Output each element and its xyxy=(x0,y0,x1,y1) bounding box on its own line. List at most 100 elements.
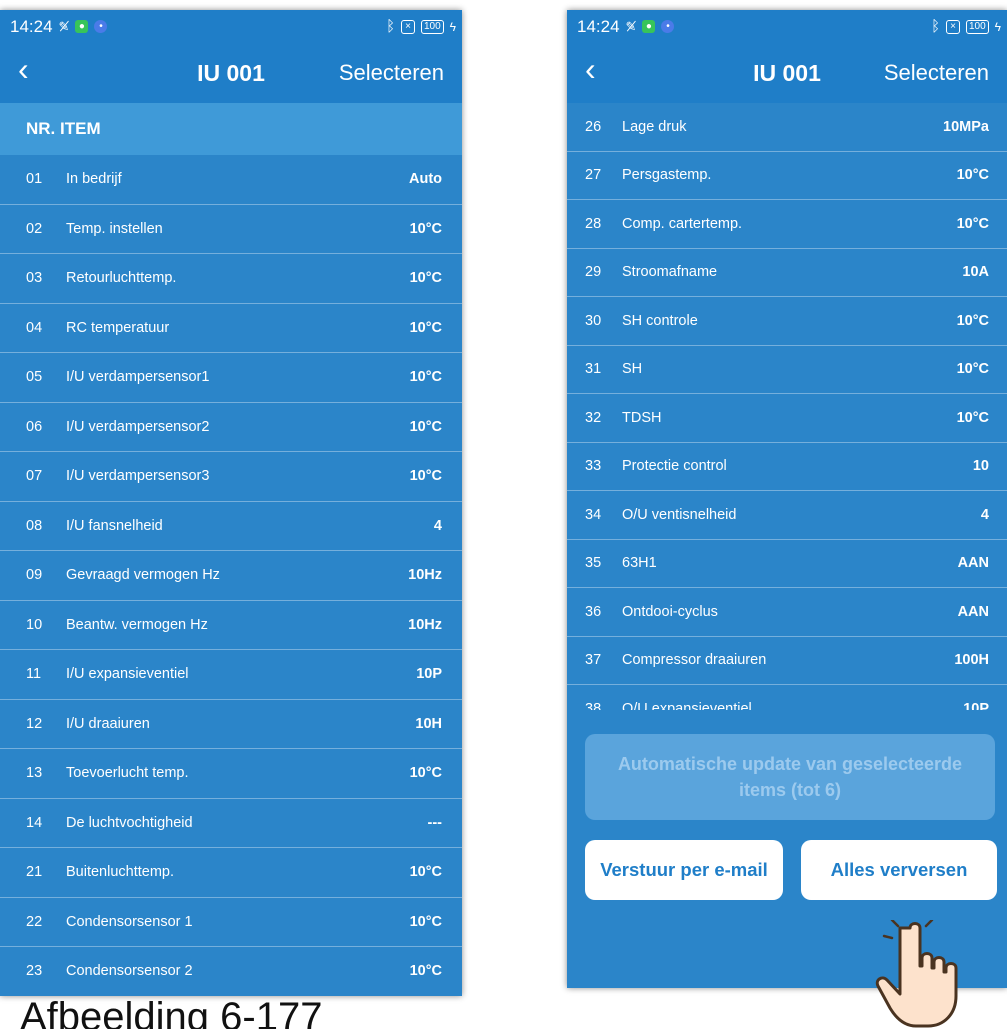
item-label: 63H1 xyxy=(622,555,657,572)
list-item[interactable]: 34 O/U ventisnelheid 4 xyxy=(567,491,1007,540)
list-item[interactable]: 05 I/U verdampersensor1 10°C xyxy=(0,353,462,403)
item-value: 10°C xyxy=(409,468,442,485)
item-label: Compressor draaiuren xyxy=(622,652,767,669)
pointing-hand-icon xyxy=(875,920,958,1028)
list-item[interactable]: 03 Retourluchttemp. 10°C xyxy=(0,254,462,304)
item-number: 26 xyxy=(585,118,602,135)
shield-icon: • xyxy=(94,20,108,33)
list-item[interactable]: 33 Protectie control 10 xyxy=(567,443,1007,491)
item-number: 32 xyxy=(585,409,602,426)
item-label: I/U expansieventiel xyxy=(66,666,189,683)
charging-icon: ϟ xyxy=(994,19,1001,34)
item-number: 10 xyxy=(26,616,43,633)
battery-icon: 100 xyxy=(965,19,989,34)
item-number: 23 xyxy=(26,963,43,980)
item-value: AAN xyxy=(957,603,989,620)
item-value: Auto xyxy=(408,171,442,188)
list-item[interactable]: 27 Persgastemp. 10°C xyxy=(567,152,1007,200)
item-number: 30 xyxy=(585,312,602,329)
list-item[interactable]: 02 Temp. instellen 10°C xyxy=(0,205,462,254)
app-notification-icon: ● xyxy=(642,20,656,33)
list-item[interactable]: 21 Buitenluchttemp. 10°C xyxy=(0,848,462,898)
status-time: 14:24 xyxy=(577,16,620,36)
send-email-button[interactable]: Verstuur per e-mail xyxy=(585,840,783,900)
list-item[interactable]: 28 Comp. cartertemp. 10°C xyxy=(567,200,1007,249)
item-number: 13 xyxy=(26,765,43,782)
list-item[interactable]: 35 63H1 AAN xyxy=(567,540,1007,588)
battery-icon: 100 xyxy=(420,19,444,34)
list-item[interactable]: 26 Lage druk 10MPa xyxy=(567,103,1007,152)
item-value: 10°C xyxy=(956,167,989,184)
item-number: 04 xyxy=(26,319,43,336)
list-item[interactable]: 30 SH controle 10°C xyxy=(567,297,1007,346)
status-time: 14:24 xyxy=(10,16,53,36)
list-item[interactable]: 01 In bedrijf Auto xyxy=(0,155,462,205)
back-chevron-icon[interactable]: ‹ xyxy=(18,51,29,87)
select-button[interactable]: Selecteren xyxy=(884,60,989,86)
select-button[interactable]: Selecteren xyxy=(339,60,444,86)
list-item[interactable]: 32 TDSH 10°C xyxy=(567,394,1007,443)
item-number: 31 xyxy=(585,361,602,378)
bluetooth-icon: ᛒ xyxy=(386,18,396,35)
list-item[interactable]: 11 I/U expansieventiel 10P xyxy=(0,650,462,700)
back-chevron-icon[interactable]: ‹ xyxy=(585,51,596,87)
item-value: 10A xyxy=(962,264,989,281)
list-item[interactable]: 08 I/U fansnelheid 4 xyxy=(0,502,462,551)
item-label: Ontdooi-cyclus xyxy=(622,603,718,620)
list-item[interactable]: 12 I/U draaiuren 10H xyxy=(0,700,462,749)
item-number: 34 xyxy=(585,506,602,523)
phone-screen-left: 14:24 ✎̸ ● • ᛒ × 100 ϟ ‹ IU 001 Selecter… xyxy=(0,10,462,996)
item-label: TDSH xyxy=(622,409,662,426)
mute-icon: ✎̸ xyxy=(625,18,637,34)
item-number: 27 xyxy=(585,167,602,184)
item-number: 03 xyxy=(26,270,43,287)
item-value: AAN xyxy=(957,555,989,572)
item-number: 12 xyxy=(26,715,43,732)
item-number: 01 xyxy=(26,171,43,188)
item-value: 10°C xyxy=(956,312,989,329)
item-value: 10°C xyxy=(409,270,442,287)
item-value: 10°C xyxy=(409,963,442,980)
item-label: Stroomafname xyxy=(622,264,718,281)
item-label: I/U verdampersensor1 xyxy=(66,369,210,386)
item-number: 21 xyxy=(26,864,43,881)
list-item[interactable]: 29 Stroomafname 10A xyxy=(567,249,1007,297)
item-value: 10°C xyxy=(409,765,442,782)
item-number: 14 xyxy=(26,814,43,831)
item-number: 35 xyxy=(585,555,602,572)
list-item[interactable]: 37 Compressor draaiuren 100H xyxy=(567,637,1007,685)
list-item[interactable]: 04 RC temperatuur 10°C xyxy=(0,304,462,353)
list-item[interactable]: 31 SH 10°C xyxy=(567,346,1007,394)
list-item[interactable]: 10 Beantw. vermogen Hz 10Hz xyxy=(0,601,462,650)
item-label: Toevoerlucht temp. xyxy=(66,765,189,782)
item-value: --- xyxy=(427,814,443,831)
list-item[interactable]: 23 Condensorsensor 2 10°C xyxy=(0,947,462,996)
refresh-all-button[interactable]: Alles verversen xyxy=(801,840,997,900)
list-item[interactable]: 22 Condensorsensor 1 10°C xyxy=(0,898,462,947)
item-number: 08 xyxy=(26,517,43,534)
item-label: Temp. instellen xyxy=(66,220,163,237)
item-label: Beantw. vermogen Hz xyxy=(66,616,208,633)
list-item[interactable]: 36 Ontdooi-cyclus AAN xyxy=(567,588,1007,637)
item-number: 02 xyxy=(26,220,43,237)
item-number: 37 xyxy=(585,652,602,669)
auto-update-button[interactable]: Automatische update van geselecteerde it… xyxy=(585,734,995,820)
list-item[interactable]: 06 I/U verdampersensor2 10°C xyxy=(0,403,462,452)
list-item[interactable]: 07 I/U verdampersensor3 10°C xyxy=(0,452,462,502)
item-value: 10P xyxy=(416,666,442,683)
item-label: Persgastemp. xyxy=(622,167,712,184)
item-number: 05 xyxy=(26,369,43,386)
list-item[interactable]: 13 Toevoerlucht temp. 10°C xyxy=(0,749,462,799)
list-item[interactable]: 09 Gevraagd vermogen Hz 10Hz xyxy=(0,551,462,601)
item-label: Condensorsensor 1 xyxy=(66,913,193,930)
item-number: 07 xyxy=(26,468,43,485)
item-number: 33 xyxy=(585,458,602,475)
item-label: I/U verdampersensor3 xyxy=(66,468,210,485)
item-label: I/U fansnelheid xyxy=(66,517,163,534)
item-value: 10°C xyxy=(409,369,442,386)
list-item[interactable]: 14 De luchtvochtigheid --- xyxy=(0,799,462,848)
status-bar: 14:24 ✎̸ ● • ᛒ × 100 ϟ xyxy=(567,10,1007,43)
item-number: 28 xyxy=(585,215,602,232)
item-value: 10Hz xyxy=(408,616,442,633)
item-value: 10H xyxy=(415,715,442,732)
